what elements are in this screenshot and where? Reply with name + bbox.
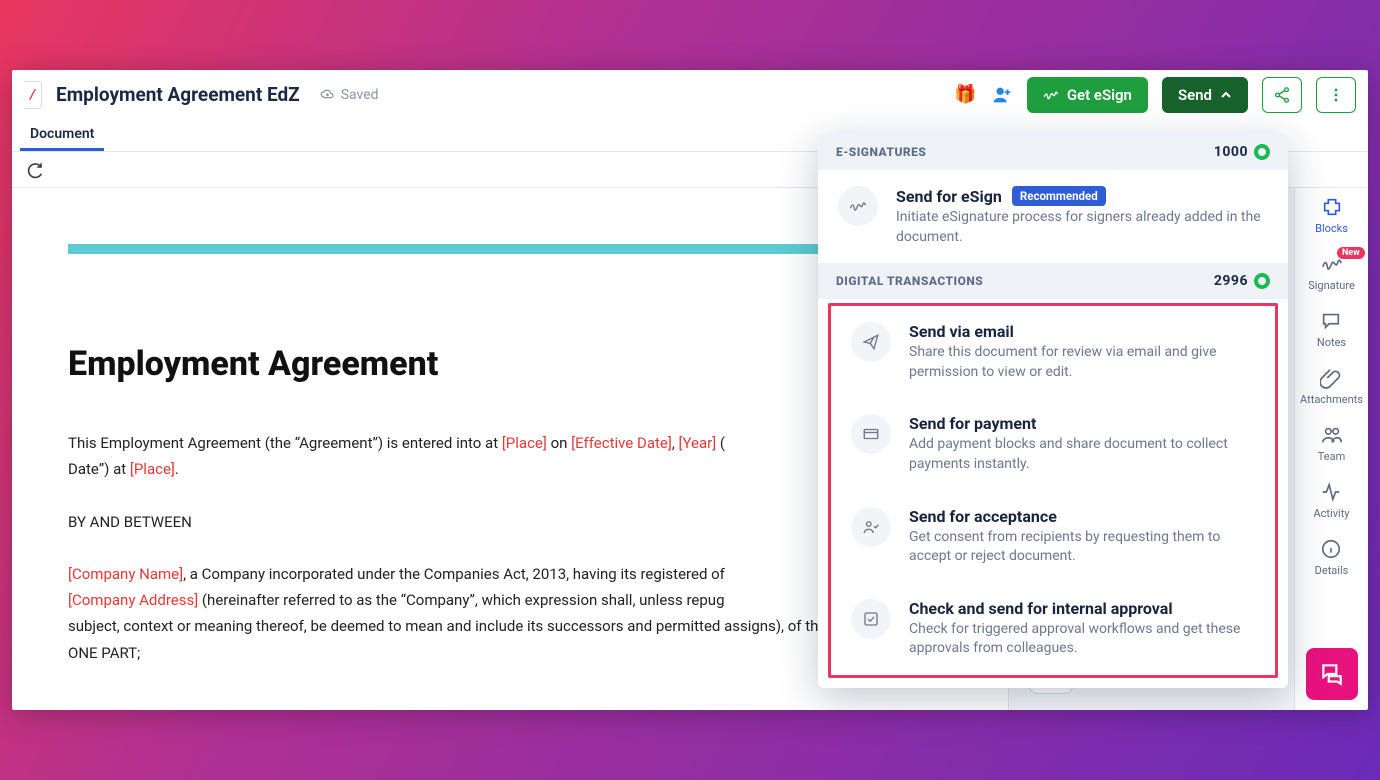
menu-send-payment-desc: Add payment blocks and share document to… (909, 435, 1255, 474)
app-window: / Employment Agreement EdZ Saved 🎁 Get e… (12, 70, 1368, 710)
menu-send-approval[interactable]: Check and send for internal approval Che… (831, 583, 1275, 675)
new-badge: New (1337, 247, 1365, 259)
tab-document[interactable]: Document (20, 120, 104, 151)
rail-activity[interactable]: Activity (1313, 481, 1349, 520)
topbar: / Employment Agreement EdZ Saved 🎁 Get e… (12, 70, 1368, 120)
placeholder-place-2[interactable]: [Place] (130, 460, 175, 478)
menu-send-acceptance-desc: Get consent from recipients by requestin… (909, 528, 1255, 567)
share-button[interactable] (1262, 77, 1302, 113)
chat-fab[interactable] (1306, 648, 1358, 700)
rail-activity-label: Activity (1313, 507, 1349, 520)
esign-credits: 1000 (1214, 144, 1270, 160)
paper-plane-icon (862, 333, 880, 351)
send-dropdown: E-SIGNATURES 1000 Send for eSign Recommen… (818, 134, 1288, 688)
team-icon (1321, 424, 1343, 446)
more-menu-button[interactable] (1316, 77, 1356, 113)
side-rail: Blocks New Signature Notes Attachments (1294, 188, 1368, 710)
rail-blocks-label: Blocks (1315, 222, 1348, 235)
cloud-saved-icon (320, 87, 335, 102)
section-esignatures: E-SIGNATURES 1000 (818, 134, 1288, 170)
chevron-up-icon (1220, 89, 1232, 101)
get-esign-label: Get eSign (1067, 86, 1132, 104)
rail-details[interactable]: Details (1315, 538, 1349, 577)
activity-icon (1320, 481, 1342, 503)
document-title[interactable]: Employment Agreement EdZ (56, 83, 300, 106)
placeholder-date[interactable]: [Effective Date] (571, 434, 672, 452)
send-label: Send (1178, 86, 1212, 104)
credit-ring-icon (1254, 273, 1270, 289)
signature-icon (1043, 88, 1059, 102)
dots-vertical-icon (1328, 87, 1344, 103)
share-icon (1273, 86, 1291, 104)
info-icon (1320, 538, 1342, 560)
menu-send-approval-desc: Check for triggered approval workflows a… (909, 620, 1255, 659)
rail-blocks[interactable]: Blocks (1315, 196, 1348, 235)
gift-icon[interactable]: 🎁 (954, 84, 976, 105)
rail-notes-label: Notes (1317, 336, 1346, 349)
app-logo-icon[interactable]: / (24, 81, 42, 109)
credit-ring-icon (1254, 144, 1270, 160)
saved-status: Saved (320, 87, 379, 103)
menu-send-acceptance-title: Send for acceptance (909, 507, 1255, 526)
between-line: BY AND BETWEEN (68, 509, 858, 535)
menu-send-payment-title: Send for payment (909, 414, 1255, 433)
puzzle-icon (1321, 196, 1343, 218)
chat-bubbles-icon (1319, 661, 1345, 687)
user-check-icon (862, 518, 880, 536)
paperclip-icon (1320, 367, 1342, 389)
rail-signature-label: Signature (1308, 279, 1355, 292)
card-icon (862, 425, 880, 443)
rail-details-label: Details (1315, 564, 1349, 577)
check-square-icon (862, 610, 880, 628)
section-esignatures-label: E-SIGNATURES (836, 145, 926, 159)
menu-send-esign[interactable]: Send for eSign Recommended Initiate eSign… (818, 170, 1288, 263)
section-dt-label: DIGITAL TRANSACTIONS (836, 274, 983, 288)
placeholder-company[interactable]: [Company Name] (68, 565, 183, 583)
add-user-icon[interactable] (991, 84, 1013, 106)
rail-team[interactable]: Team (1318, 424, 1346, 463)
placeholder-year[interactable]: [Year] (679, 434, 717, 452)
menu-send-approval-title: Check and send for internal approval (909, 599, 1255, 618)
get-esign-button[interactable]: Get eSign (1027, 77, 1148, 113)
rail-notes[interactable]: Notes (1317, 310, 1346, 349)
rail-team-label: Team (1318, 450, 1346, 463)
signature-icon (849, 197, 867, 215)
saved-label: Saved (341, 87, 379, 103)
section-digital-transactions: DIGITAL TRANSACTIONS 2996 (818, 263, 1288, 299)
rail-attachments[interactable]: Attachments (1300, 367, 1363, 406)
dt-credits: 2996 (1214, 273, 1270, 289)
menu-send-acceptance[interactable]: Send for acceptance Get consent from rec… (831, 491, 1275, 583)
redo-icon[interactable] (26, 161, 44, 179)
menu-send-esign-title: Send for eSign (896, 187, 1002, 206)
send-button[interactable]: Send (1162, 77, 1248, 113)
highlighted-options: Send via email Share this document for r… (828, 303, 1278, 678)
placeholder-address[interactable]: [Company Address] (68, 591, 198, 609)
menu-send-email-desc: Share this document for review via email… (909, 343, 1255, 382)
intro-paragraph: This Employment Agreement (the “Agreemen… (68, 430, 858, 483)
rail-signature[interactable]: New Signature (1308, 253, 1355, 292)
chat-icon (1320, 310, 1342, 332)
menu-send-email-title: Send via email (909, 322, 1255, 341)
recommended-badge: Recommended (1012, 186, 1106, 206)
rail-attachments-label: Attachments (1300, 393, 1363, 406)
menu-send-email[interactable]: Send via email Share this document for r… (831, 306, 1275, 398)
menu-send-payment[interactable]: Send for payment Add payment blocks and … (831, 398, 1275, 490)
company-paragraph: [Company Name], a Company incorporated u… (68, 561, 858, 666)
placeholder-place[interactable]: [Place] (502, 434, 547, 452)
menu-send-esign-desc: Initiate eSignature process for signers … (896, 208, 1268, 247)
